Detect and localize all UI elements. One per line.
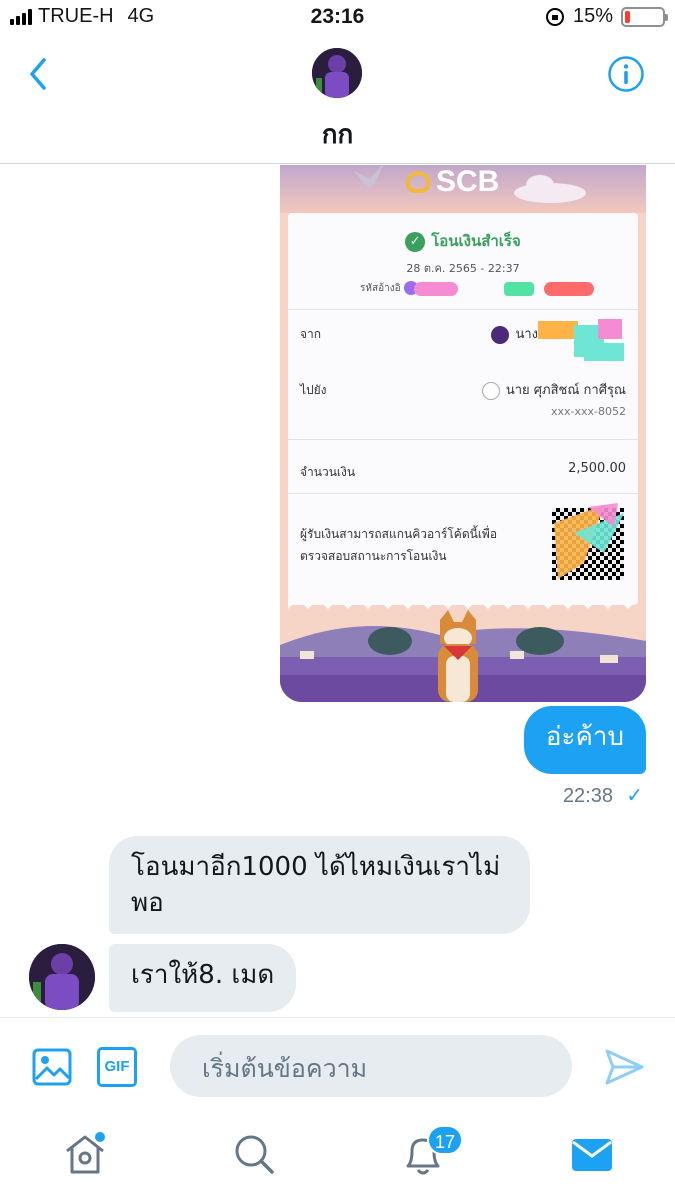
back-arrow-icon[interactable] [20,54,60,94]
orientation-lock-icon [545,7,564,26]
amount-value: 2,500.00 [568,461,626,476]
battery-percent: 15% [572,5,613,27]
cloud-icon [514,175,586,203]
status-right: 15% [545,5,668,28]
transfer-status: ✓ โอนเงินสำเร็จ [288,229,638,253]
send-icon[interactable] [604,1047,644,1087]
contact-name: กก [321,120,354,150]
message-composer: GIF เริ่มต้นข้อความ [0,1017,675,1111]
incoming-message[interactable]: เราให้8. เมด [109,944,297,1012]
shiba-dog-icon [438,610,478,702]
home-icon[interactable] [60,1129,110,1179]
transfer-status-text: โอนเงินสำเร็จ [431,232,521,250]
receipt-sky: SCB [280,165,646,213]
transfer-datetime: 28 ต.ค. 2565 - 22:37 [406,262,520,275]
scb-logo: SCB [406,165,499,199]
battery-icon [621,6,668,27]
bird-icon [354,165,384,189]
from-name: นาง [491,323,538,344]
contact-avatar[interactable] [312,48,362,98]
notification-count-badge: 17 [427,1125,463,1155]
to-name-text: นาย ศุภสิชณ์ กาศีรุณ [505,383,626,398]
reference-row: รหัสอ้างอิ [288,279,638,297]
transfer-receipt-image[interactable]: SCB ✓ โอนเงินสำเร็จ 28 ต.ค. 2565 - 22:37 … [280,165,646,702]
avatar-image-icon [312,48,362,98]
incoming-message[interactable]: โอนมาอีก1000 ได้ไหมเงินเราไม่พอ [109,836,530,934]
messages-mail-icon[interactable] [567,1129,617,1179]
divider [288,493,638,494]
status-bar: TRUE-H 4G 23:16 15% [0,0,675,34]
message-thread[interactable]: SCB ✓ โอนเงินสำเร็จ 28 ต.ค. 2565 - 22:37 … [0,165,675,1017]
redaction-scribble-icon [403,281,594,296]
search-icon[interactable] [229,1129,279,1179]
scb-logo-text: SCB [436,165,500,198]
to-name: นาย ศุภสิชณ์ กาศีรุณ [481,379,626,400]
scb-account-icon [491,325,510,344]
tab-bar [0,1111,675,1200]
reference-label: รหัสอ้างอิ [360,283,401,294]
from-name-text: นาง [515,327,538,342]
scb-mark-icon [406,171,430,193]
outgoing-message[interactable]: อ่ะค้าบ [523,706,646,774]
to-account: xxx-xxx-8052 [551,405,626,418]
from-label: จาก [300,327,322,341]
redaction-scribble-icon [554,503,624,579]
scan-instruction: ผู้รับเงินสามารถสแกนคิวอาร์โค้ดนี้เพื่อต… [300,527,498,563]
divider [288,309,638,310]
message-input[interactable]: เริ่มต้นข้อความ [170,1035,572,1097]
read-check-icon: ✓ [626,785,643,807]
sender-avatar[interactable] [29,944,95,1010]
image-icon[interactable] [32,1047,72,1087]
avatar-image-icon [29,944,95,1010]
bank-account-icon [481,381,500,400]
receipt-card: ✓ โอนเงินสำเร็จ 28 ต.ค. 2565 - 22:37 รหัส… [288,213,638,605]
check-icon: ✓ [405,231,426,252]
conversation-header: กก [0,34,675,164]
redaction-scribble-icon [538,319,624,361]
divider [288,439,638,440]
battery-fill [625,10,630,23]
amount-label: จำนวนเงิน [300,465,356,479]
message-timestamp: 22:38 [562,785,613,807]
gif-icon[interactable]: GIF [97,1047,137,1087]
to-label: ไปยัง [300,383,327,397]
info-icon[interactable] [607,55,645,93]
